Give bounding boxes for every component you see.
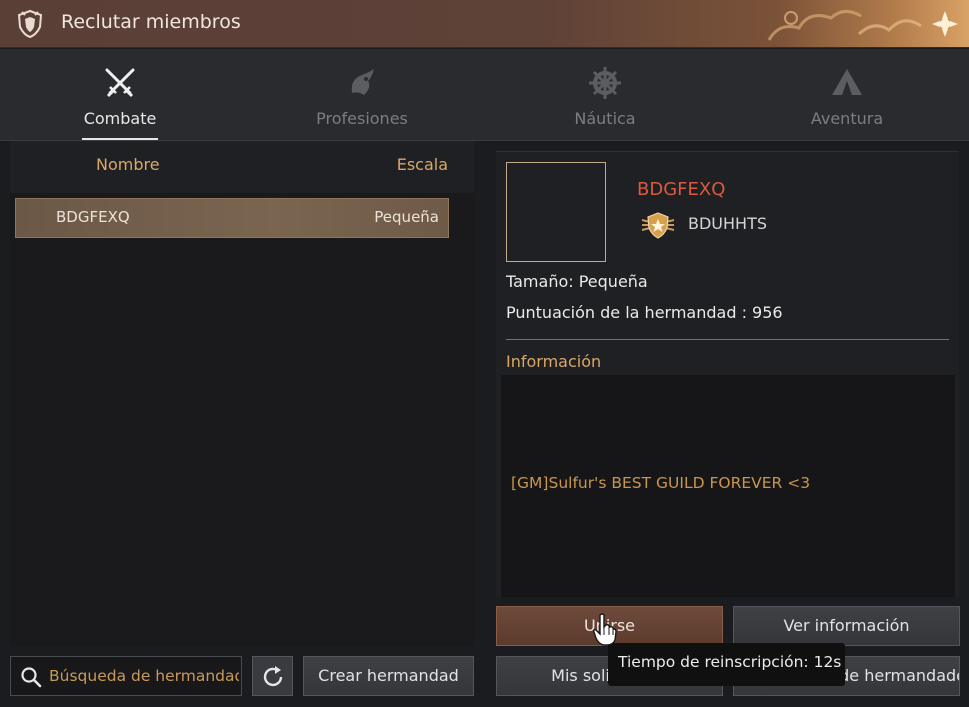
guild-emblem: [506, 162, 606, 262]
guild-size: Tamaño: Pequeña: [506, 272, 648, 291]
guild-info-text: [GM]Sulfur's BEST GUILD FOREVER <3: [511, 474, 811, 492]
flower-ornament-icon: [932, 11, 958, 37]
divider: [506, 339, 949, 340]
row-guild-scale: Pequeña: [374, 208, 439, 226]
tab-label: Combate: [83, 109, 157, 128]
tab-nautica[interactable]: Náutica: [530, 49, 680, 141]
tab-combate[interactable]: Combate: [45, 49, 195, 141]
column-header-scale: Escala: [396, 155, 448, 174]
tab-aventura[interactable]: Aventura: [772, 49, 922, 141]
create-guild-button[interactable]: Crear hermandad: [303, 656, 474, 696]
hand-cursor-icon: [593, 613, 617, 646]
guild-search[interactable]: [10, 656, 242, 696]
decorative-clouds: [767, 10, 958, 41]
search-input[interactable]: [49, 657, 239, 695]
tab-label: Aventura: [810, 109, 884, 128]
guild-name: BDGFEXQ: [637, 179, 726, 200]
fish-icon: [351, 69, 374, 95]
title-bar: Reclutar miembros: [0, 0, 969, 48]
column-header-name: Nombre: [96, 155, 160, 174]
category-tabs: Combate Profesiones Náutica Aventura: [0, 49, 969, 141]
crossed-swords-icon: [105, 68, 135, 98]
row-guild-name: BDGFEXQ: [56, 208, 130, 226]
info-heading: Información: [506, 352, 602, 371]
view-info-button[interactable]: Ver información: [733, 606, 960, 646]
guild-detail-panel: BDGFEXQ BDUHHTS Tamaño: Pequeña Puntuaci…: [496, 151, 959, 597]
tab-label: Profesiones: [316, 109, 408, 128]
refresh-icon: [263, 666, 283, 687]
tent-icon: [832, 69, 862, 95]
guild-list-panel: Nombre Escala BDGFEXQ Pequeña: [10, 141, 474, 646]
list-item[interactable]: BDGFEXQ Pequeña: [15, 198, 449, 238]
guild-list: BDGFEXQ Pequeña: [10, 193, 474, 646]
reapply-cooldown-tooltip: Tiempo de reinscripción: 12s: [608, 643, 845, 686]
tab-label: Náutica: [574, 109, 636, 128]
guild-info-box: [GM]Sulfur's BEST GUILD FOREVER <3: [501, 375, 955, 597]
guild-master-name: BDUHHTS: [688, 214, 767, 233]
active-tab-underline: [82, 138, 158, 140]
tab-profesiones[interactable]: Profesiones: [287, 49, 437, 141]
search-icon: [21, 667, 42, 688]
window-title: Reclutar miembros: [61, 11, 241, 33]
guild-crest-icon: [17, 9, 43, 39]
ship-wheel-icon: [589, 67, 621, 99]
guild-score: Puntuación de la hermandad : 956: [506, 303, 783, 322]
refresh-button[interactable]: [252, 656, 293, 696]
guild-master-badge-icon: [641, 212, 675, 239]
